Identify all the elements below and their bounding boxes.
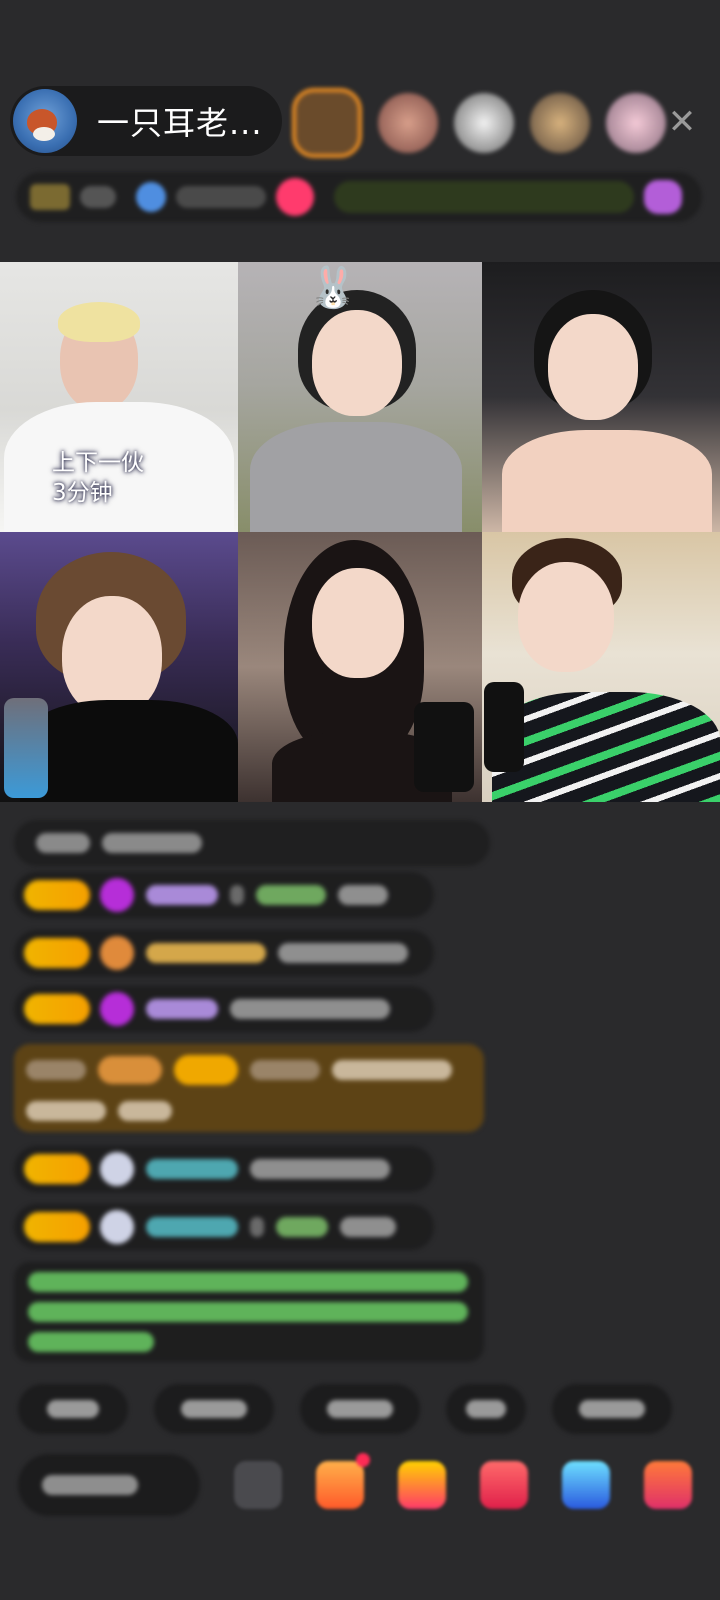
video-caption: 上下一伙 3分钟 [52, 450, 144, 506]
video-tile[interactable] [482, 532, 720, 802]
system-notice [14, 1262, 484, 1362]
audience-list[interactable] [292, 88, 666, 158]
video-tile[interactable] [0, 532, 238, 802]
bunny-icon: 🐰 [308, 265, 358, 311]
share-icon[interactable] [480, 1461, 528, 1509]
gift-icon[interactable] [398, 1461, 446, 1509]
host-info[interactable]: 一只耳老... [10, 86, 282, 156]
quick-chip[interactable] [154, 1384, 274, 1434]
host-name: 一只耳老... [97, 104, 263, 142]
video-tile[interactable]: 上下一伙 3分钟 [0, 262, 238, 532]
activity-icon[interactable] [316, 1453, 370, 1509]
video-grid: 上下一伙 3分钟 🐰 [0, 262, 720, 802]
chat-message[interactable] [14, 1044, 484, 1132]
microphone-icon [414, 702, 474, 792]
audience-avatar[interactable] [530, 93, 590, 153]
video-tile[interactable] [238, 532, 482, 802]
quick-chip[interactable] [552, 1384, 672, 1434]
chat-message[interactable] [14, 1204, 434, 1250]
more-icon[interactable] [644, 1461, 692, 1509]
video-tile[interactable]: 🐰 [238, 262, 482, 532]
video-tile[interactable] [482, 262, 720, 532]
microphone-icon [4, 698, 48, 798]
audience-avatar[interactable] [292, 88, 362, 158]
chat-message[interactable] [14, 820, 490, 866]
quick-reply-chips [18, 1384, 672, 1434]
audience-avatar[interactable] [378, 93, 438, 153]
audience-avatar[interactable] [454, 93, 514, 153]
microphone-icon [484, 682, 524, 772]
audience-avatar[interactable] [606, 93, 666, 153]
quick-chip[interactable] [446, 1384, 526, 1434]
quick-chip[interactable] [300, 1384, 420, 1434]
close-icon[interactable]: ✕ [662, 102, 702, 142]
chat-message[interactable] [14, 1146, 434, 1192]
emoji-icon[interactable] [234, 1461, 282, 1509]
quick-chip[interactable] [18, 1384, 128, 1434]
chat-message[interactable] [14, 872, 434, 918]
link-icon[interactable] [562, 1461, 610, 1509]
comment-input[interactable] [18, 1454, 200, 1516]
bottom-toolbar [18, 1452, 708, 1518]
room-info-bar[interactable] [16, 172, 702, 222]
chat-message[interactable] [14, 986, 434, 1032]
host-avatar[interactable] [13, 89, 77, 153]
chat-message[interactable] [14, 930, 434, 976]
